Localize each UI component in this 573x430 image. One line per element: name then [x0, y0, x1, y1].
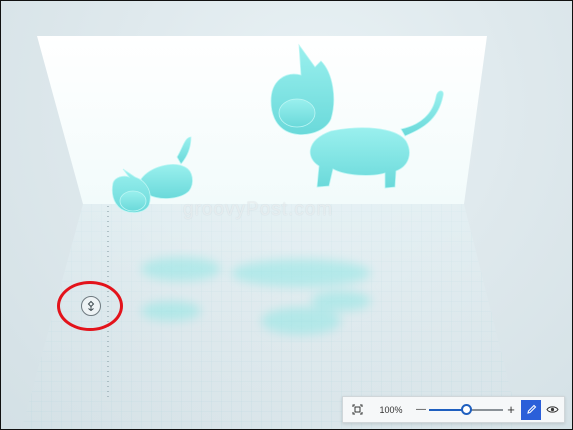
pen-icon	[526, 404, 536, 414]
zoom-out-label: —	[416, 404, 426, 415]
fit-to-view-icon	[352, 404, 362, 415]
zoom-percentage: 100%	[379, 404, 403, 415]
zoom-in-button[interactable]: +	[503, 397, 519, 422]
view-mode-button[interactable]	[541, 397, 563, 422]
paint3d-viewport: groovyPost.com 100% — +	[0, 0, 573, 430]
eye-icon	[545, 406, 559, 413]
watermark-text: groovyPost.com	[183, 199, 334, 220]
zoom-slider-thumb[interactable]	[461, 403, 472, 415]
view-toolbar: 100% — +	[342, 396, 565, 423]
canvas-panel-back	[37, 36, 487, 204]
fit-to-view-button[interactable]	[345, 397, 369, 422]
rotate-handle[interactable]	[81, 296, 101, 316]
edit-mode-button[interactable]	[521, 399, 541, 420]
zoom-in-label: +	[507, 402, 515, 417]
zoom-out-button[interactable]: —	[413, 397, 429, 422]
rotate-3d-icon	[87, 300, 95, 312]
zoom-slider[interactable]	[429, 402, 503, 418]
